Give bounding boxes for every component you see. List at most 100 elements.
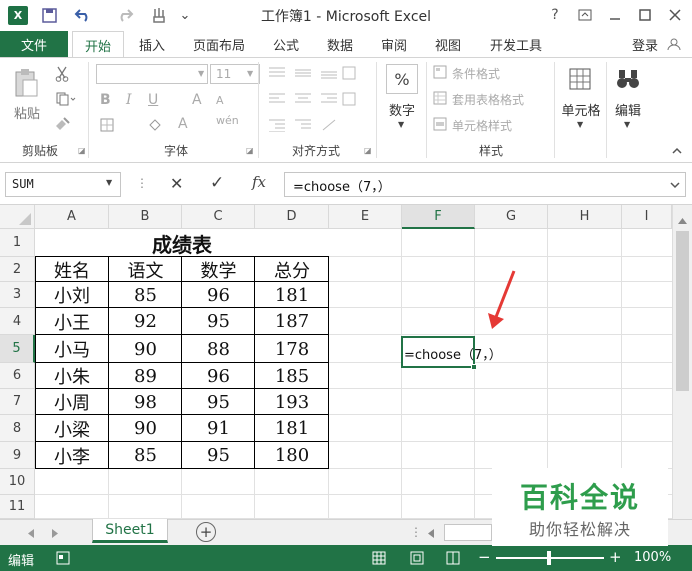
minimize-icon[interactable] [600,4,630,26]
drag-handle-icon[interactable]: ⋮ [410,525,422,539]
binoculars-icon[interactable] [614,64,642,94]
row-header-11[interactable]: 11 [0,495,35,519]
name-box[interactable]: SUM [5,172,121,197]
row-header-4[interactable]: 4 [0,308,35,335]
zoom-level[interactable]: 100% [634,550,671,565]
table-cell[interactable]: 小马 [35,335,109,363]
formula-input[interactable]: =choose（7，） [284,172,686,197]
row-header-8[interactable]: 8 [0,415,35,442]
table-cell[interactable]: 小刘 [35,282,109,308]
column-header-h[interactable]: H [548,205,622,229]
sheet-tab-sheet1[interactable]: Sheet1 [92,519,168,543]
table-cell[interactable]: 95 [182,442,255,469]
close-icon[interactable] [660,4,690,26]
column-header-f[interactable]: F [402,205,475,229]
tab-data[interactable]: 数据 [316,31,364,57]
zoom-out-button[interactable]: − [478,548,491,566]
table-cell[interactable]: 小朱 [35,363,109,389]
macro-record-icon[interactable] [56,551,70,568]
format-table-icon[interactable] [432,90,448,106]
horizontal-align-icon[interactable] [264,90,360,108]
collapse-ribbon-icon[interactable] [672,146,682,157]
table-cell[interactable]: 181 [255,415,329,442]
table-cell[interactable]: 193 [255,389,329,415]
phonetic-button[interactable]: wén [216,114,239,127]
copy-icon[interactable] [52,89,80,109]
vertical-align-icon[interactable] [264,64,360,82]
scroll-up-icon[interactable] [678,213,687,227]
number-format-icon[interactable]: % [386,64,418,94]
header-cell[interactable]: 语文 [109,257,182,282]
column-header-b[interactable]: B [109,205,182,229]
shrink-font-button[interactable]: A [216,94,224,107]
table-title[interactable]: 成绩表 [35,229,329,257]
cells-button[interactable]: 单元格 [556,100,606,119]
italic-button[interactable]: I [126,92,132,108]
conditional-format-icon[interactable] [432,64,448,80]
font-color-button[interactable]: A [178,116,188,132]
add-sheet-button[interactable]: + [196,522,216,542]
sheet-next-icon[interactable] [52,527,58,541]
scroll-thumb[interactable] [676,231,689,391]
tab-home[interactable]: 开始 [72,31,124,58]
column-header-a[interactable]: A [35,205,109,229]
help-button[interactable]: ? [540,4,570,26]
table-cell[interactable]: 178 [255,335,329,363]
table-cell[interactable]: 92 [109,308,182,335]
header-cell[interactable]: 总分 [255,257,329,282]
fill-color-icon[interactable] [144,116,166,134]
format-painter-icon[interactable] [52,114,72,134]
insert-function-icon[interactable]: fx [252,173,266,191]
zoom-slider-thumb[interactable] [547,551,551,565]
table-cell[interactable]: 95 [182,308,255,335]
hscroll-left-icon[interactable] [428,527,434,541]
table-cell[interactable]: 185 [255,363,329,389]
row-header-7[interactable]: 7 [0,389,35,415]
bold-button[interactable]: B [100,92,111,108]
select-all-button[interactable] [0,205,35,229]
chevron-down-icon[interactable]: ▼ [106,178,112,187]
font-launcher-icon[interactable]: ◪ [246,146,254,155]
table-cell[interactable]: 181 [255,282,329,308]
number-button[interactable]: 数字 [382,100,422,119]
tab-review[interactable]: 审阅 [370,31,418,57]
table-cell[interactable]: 96 [182,363,255,389]
header-cell[interactable]: 数学 [182,257,255,282]
column-header-d[interactable]: D [255,205,329,229]
fill-handle[interactable] [471,364,477,370]
tab-developer[interactable]: 开发工具 [478,31,554,57]
row-header-3[interactable]: 3 [0,282,35,308]
table-cell[interactable]: 96 [182,282,255,308]
table-cell[interactable]: 91 [182,415,255,442]
row-header-5[interactable]: 5 [0,335,35,363]
vertical-scrollbar[interactable] [672,205,692,519]
format-table-button[interactable]: 套用表格格式 [452,91,524,108]
table-cell[interactable]: 小李 [35,442,109,469]
table-cell[interactable]: 小周 [35,389,109,415]
underline-button[interactable]: U [148,92,158,108]
column-header-e[interactable]: E [329,205,402,229]
cells-icon[interactable] [566,64,594,94]
ribbon-display-icon[interactable] [570,4,600,26]
hscroll-thumb[interactable] [444,524,492,541]
expand-formula-icon[interactable] [670,179,680,193]
table-cell[interactable]: 187 [255,308,329,335]
cell-styles-button[interactable]: 单元格样式 [452,117,512,134]
paste-label[interactable]: 粘贴 [10,103,44,122]
user-icon[interactable] [664,34,684,54]
editing-button[interactable]: 编辑 [608,100,648,119]
table-cell[interactable]: 95 [182,389,255,415]
table-cell[interactable]: 88 [182,335,255,363]
cancel-icon[interactable]: ✕ [170,174,183,193]
column-header-g[interactable]: G [475,205,548,229]
enter-icon[interactable]: ✓ [210,173,224,193]
indent-icon[interactable] [264,116,360,134]
table-cell[interactable]: 小王 [35,308,109,335]
table-cell[interactable]: 85 [109,442,182,469]
font-name-combo[interactable] [96,64,208,84]
column-header-i[interactable]: I [622,205,672,229]
grow-font-button[interactable]: A [192,92,202,108]
table-cell[interactable]: 89 [109,363,182,389]
row-header-2[interactable]: 2 [0,257,35,282]
alignment-launcher-icon[interactable]: ◪ [364,146,372,155]
